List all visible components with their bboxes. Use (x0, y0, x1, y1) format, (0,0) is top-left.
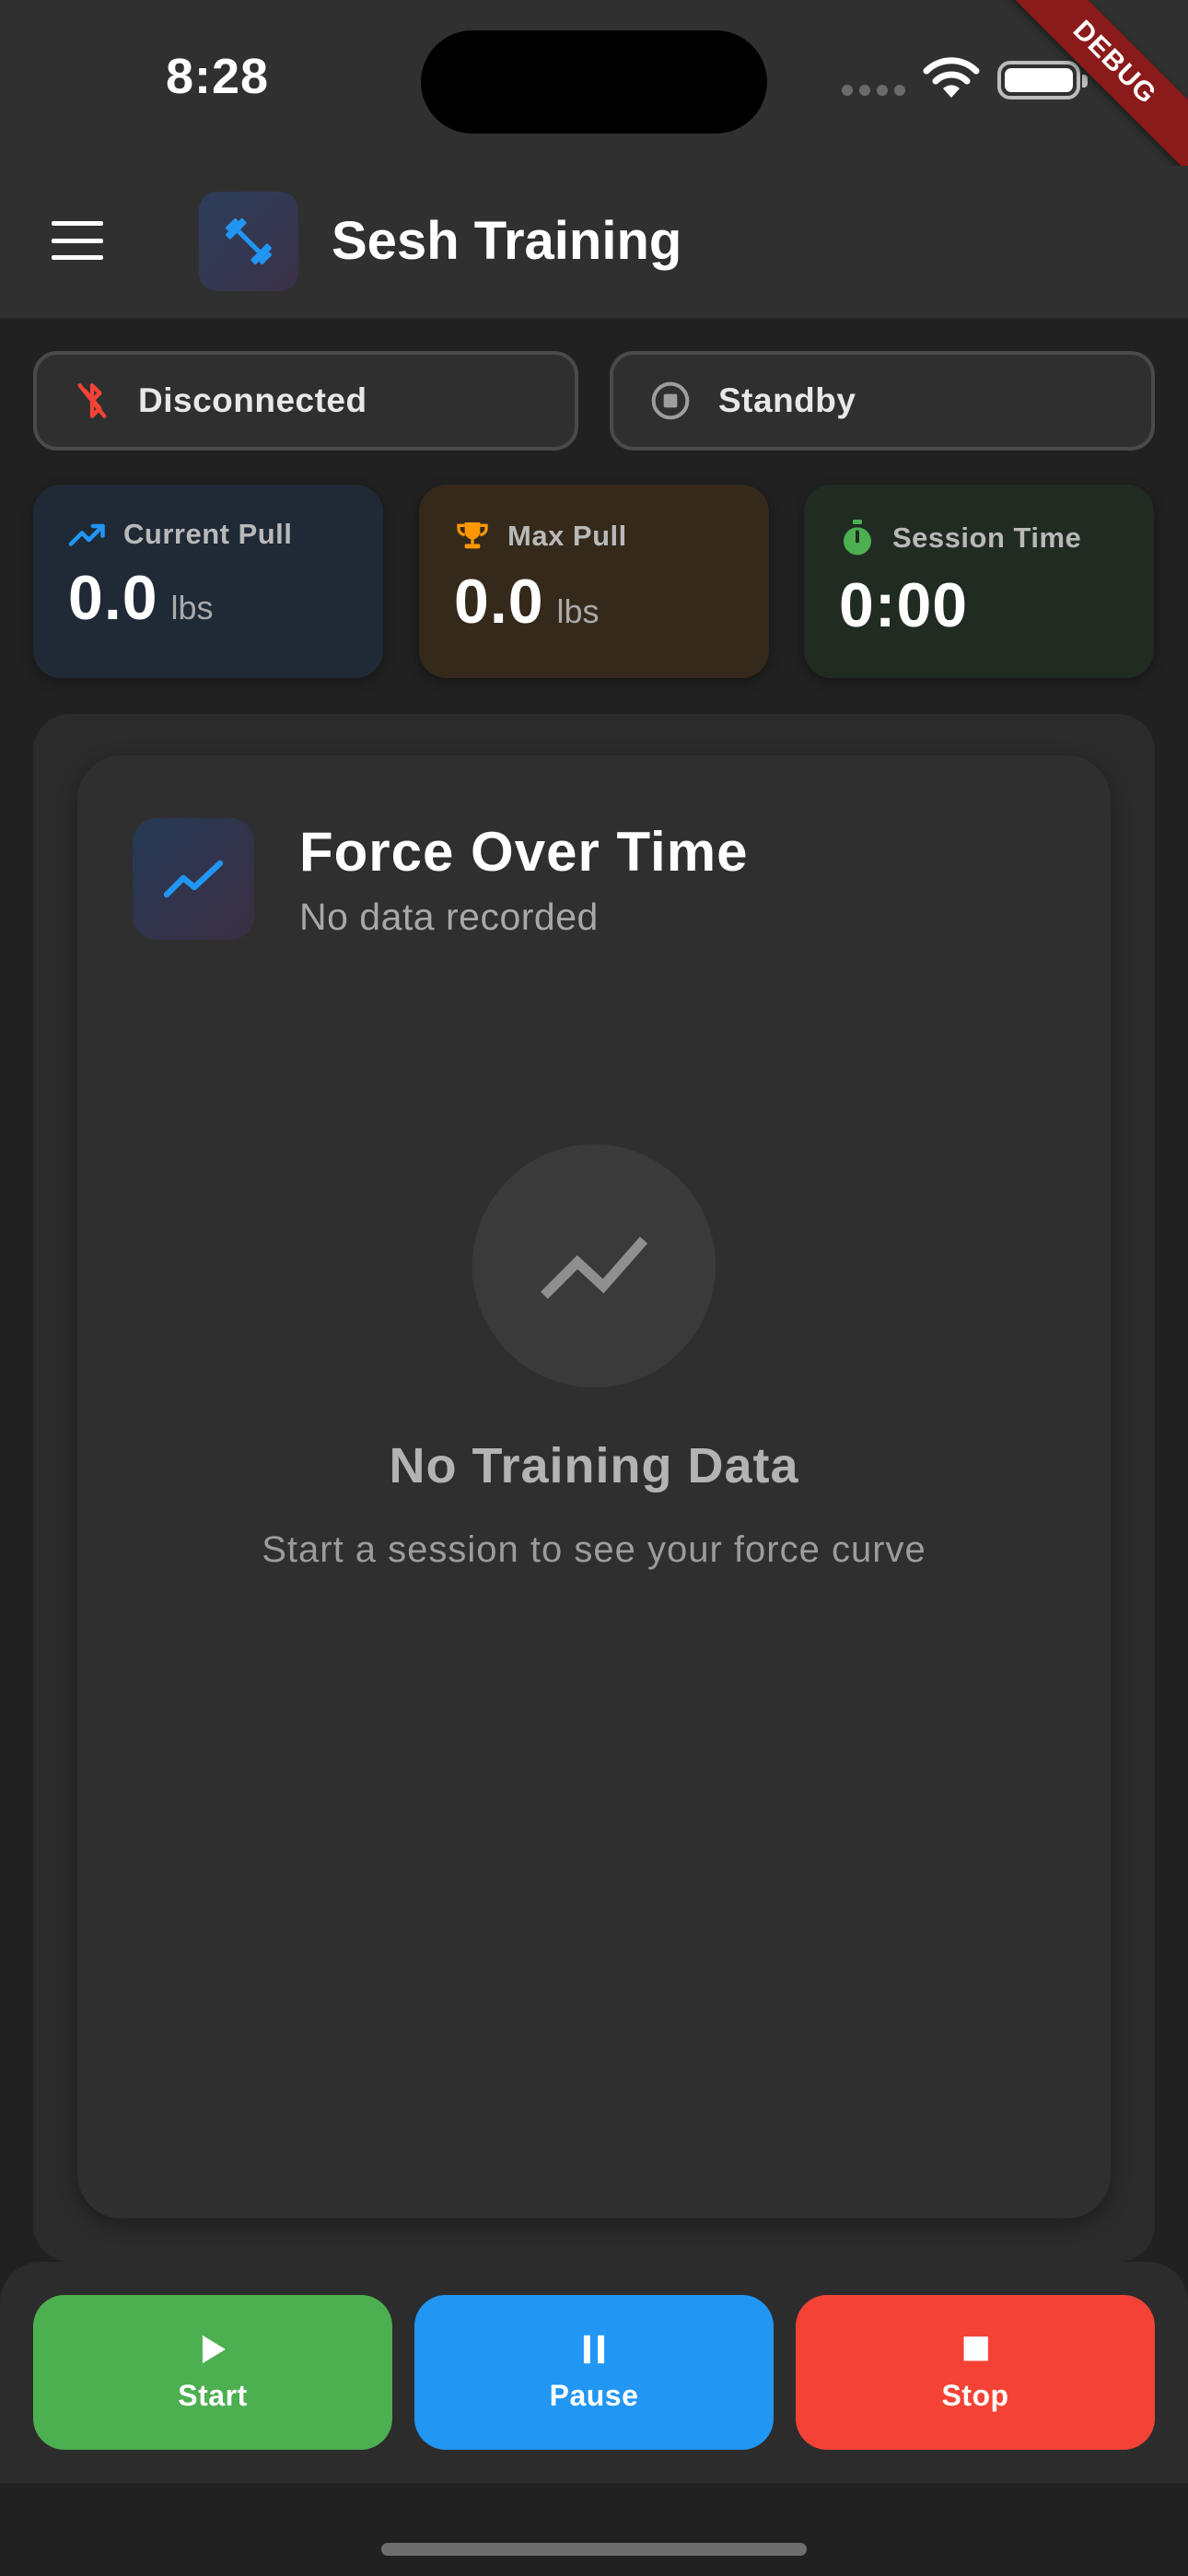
chart-line-glyph (163, 860, 224, 898)
hamburger-menu-icon[interactable] (42, 217, 112, 263)
current-pull-label: Current Pull (123, 518, 293, 550)
connection-status-pill[interactable]: Disconnected (33, 351, 578, 451)
empty-chart-glyph (541, 1236, 648, 1299)
status-bar: 8:28 (0, 0, 1188, 166)
start-button-label: Start (178, 2378, 248, 2412)
session-time-card: Session Time 0:00 (804, 485, 1154, 678)
session-time-value: 0:00 (839, 570, 969, 640)
empty-state-chart-icon (472, 1144, 716, 1388)
wifi-icon (923, 57, 980, 98)
home-indicator[interactable] (381, 2543, 807, 2556)
cellular-signal-icon (842, 85, 905, 96)
app-bar: Sesh Training (0, 166, 1188, 319)
max-pull-label: Max Pull (507, 520, 627, 552)
stop-icon (963, 2336, 988, 2360)
stop-circle-icon (651, 381, 690, 420)
pause-icon (583, 2335, 605, 2363)
start-button[interactable]: Start (33, 2295, 392, 2450)
empty-state-subtitle: Start a session to see your force curve (262, 1529, 926, 1570)
chart-title: Force Over Time (299, 821, 749, 883)
play-icon (202, 2335, 226, 2363)
chart-subtitle: No data recorded (299, 896, 599, 938)
battery-icon (997, 61, 1088, 100)
current-pull-value: 0.0 (68, 563, 158, 633)
show-chart-icon (133, 818, 254, 940)
session-state-label: Standby (718, 381, 856, 419)
connection-status-label: Disconnected (138, 381, 367, 419)
pause-button-label: Pause (549, 2378, 639, 2412)
empty-state-title: No Training Data (389, 1438, 799, 1493)
stop-button[interactable]: Stop (796, 2295, 1155, 2450)
stop-button-label: Stop (941, 2378, 1009, 2412)
current-pull-unit: lbs (170, 589, 214, 626)
session-state-pill: Standby (610, 351, 1155, 451)
bluetooth-disabled-icon (77, 383, 107, 418)
app-title: Sesh Training (332, 211, 682, 271)
status-time: 8:28 (166, 49, 270, 104)
current-pull-card: Current Pull 0.0 lbs (33, 485, 383, 678)
max-pull-unit: lbs (556, 592, 600, 630)
dynamic-island (421, 30, 767, 134)
force-chart-card: Force Over Time No data recorded No Trai… (77, 755, 1111, 2219)
trending-up-icon (68, 523, 105, 546)
dumbbell-icon (199, 192, 298, 291)
pause-button[interactable]: Pause (414, 2295, 774, 2450)
session-time-label: Session Time (892, 521, 1082, 554)
dumbbell-glyph (225, 217, 273, 265)
max-pull-card: Max Pull 0.0 lbs (419, 485, 769, 678)
max-pull-value: 0.0 (454, 567, 544, 637)
stopwatch-icon (844, 520, 871, 556)
trophy-icon (457, 522, 488, 549)
